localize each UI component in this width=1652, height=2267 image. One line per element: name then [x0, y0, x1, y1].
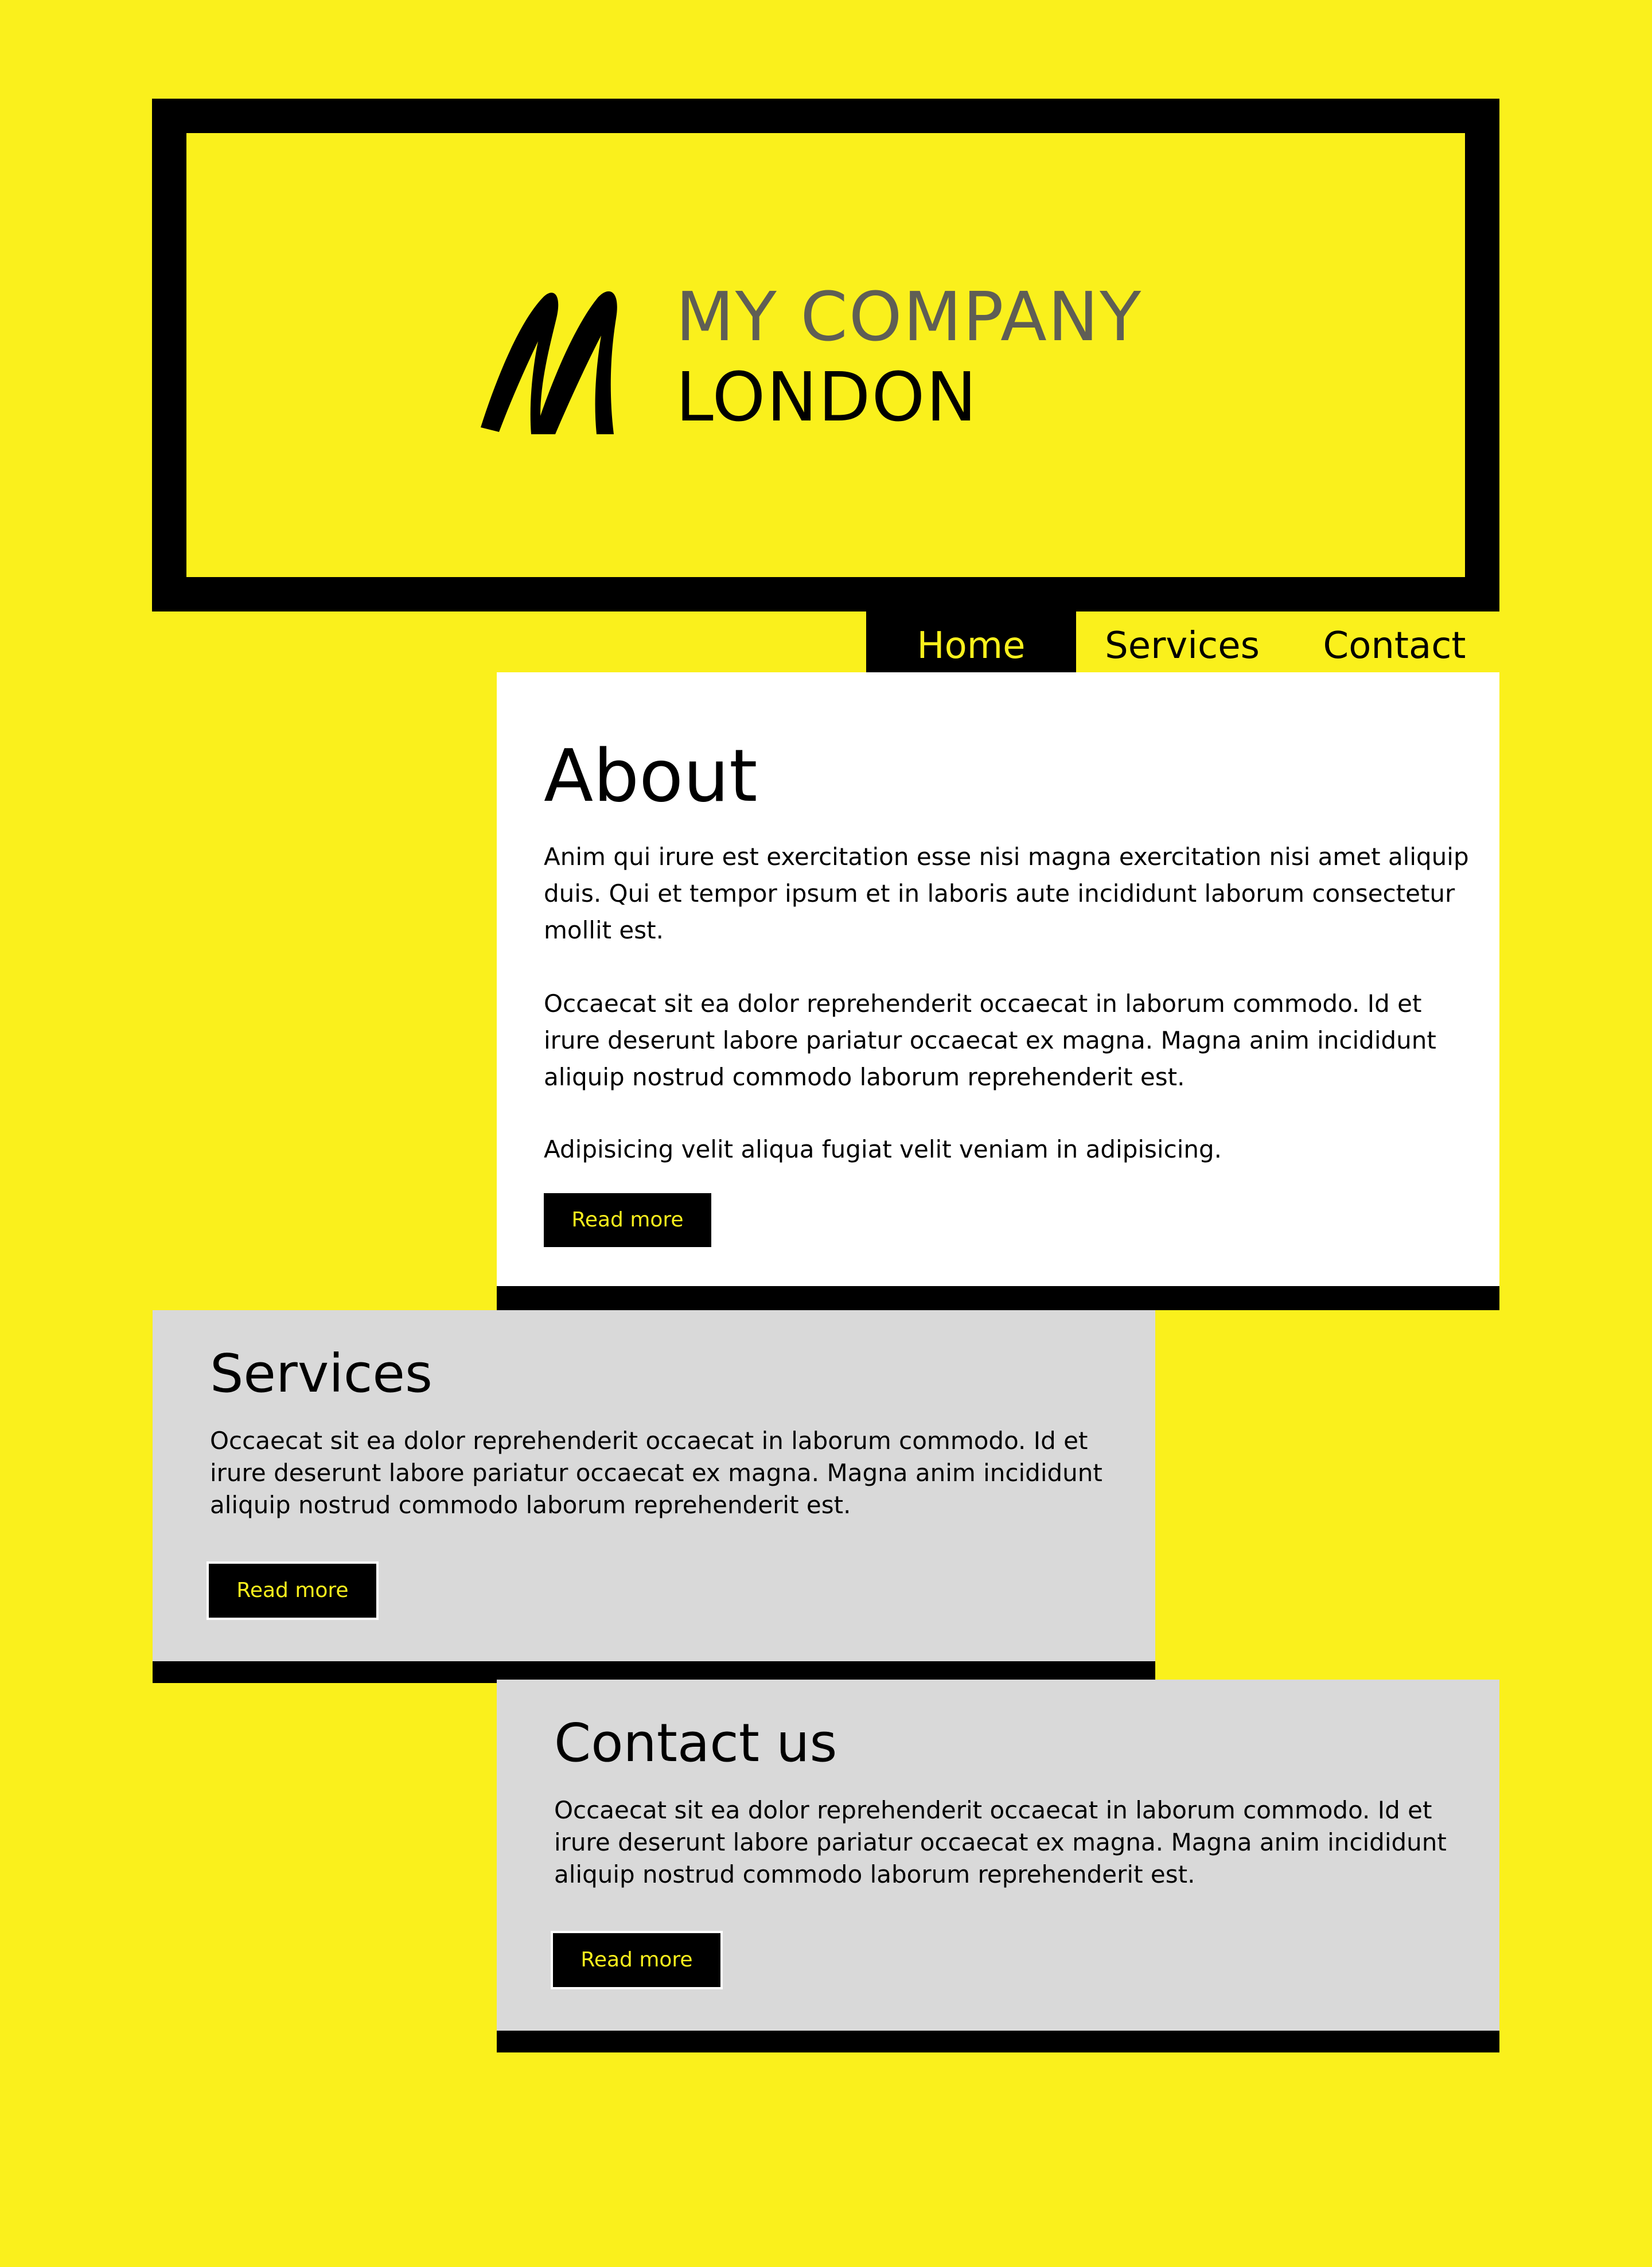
brand-location: LONDON [676, 357, 978, 437]
services-read-more-button[interactable]: Read more [206, 1561, 379, 1620]
about-paragraph-3: Adipisicing velit aliqua fugiat velit ve… [544, 1135, 1222, 1163]
m-script-logo-icon: M [481, 291, 617, 434]
contact-title: Contact us [554, 1712, 837, 1774]
contact-section-bar [497, 2031, 1499, 2052]
services-title: Services [210, 1343, 433, 1404]
about-paragraph-2: Occaecat sit ea dolor reprehenderit occa… [544, 990, 1436, 1091]
about-read-more-button[interactable]: Read more [541, 1191, 714, 1249]
services-text: Occaecat sit ea dolor reprehenderit occa… [210, 1427, 1102, 1519]
about-title: About [544, 734, 758, 818]
about-section-bar [497, 1286, 1499, 1310]
brand-name: MY COMPANY [676, 277, 1143, 356]
contact-read-more-button[interactable]: Read more [551, 1931, 723, 1989]
about-paragraph-1: Anim qui irure est exercitation esse nis… [544, 843, 1469, 944]
contact-text: Occaecat sit ea dolor reprehenderit occa… [554, 1796, 1447, 1888]
